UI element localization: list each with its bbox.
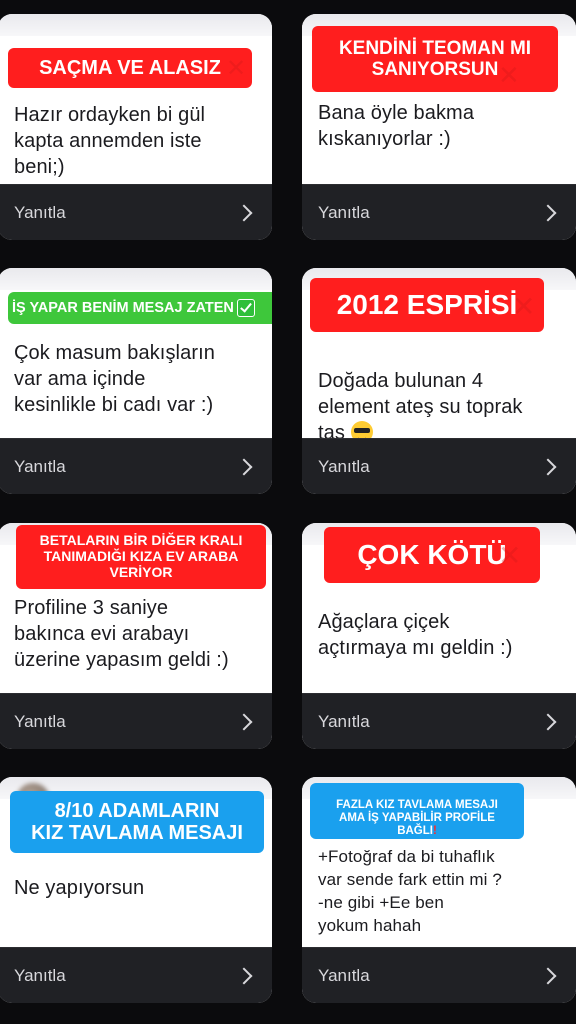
message-card-7: 8/10 ADAMLARIN KIZ TAVLAMA MESAJI Ne yap… xyxy=(0,777,272,1003)
card-header-blur xyxy=(0,268,272,290)
chevron-right-icon[interactable] xyxy=(235,458,253,475)
reply-bar[interactable]: Yanıtla xyxy=(0,947,272,1003)
reply-bar[interactable]: Yanıtla xyxy=(302,438,576,494)
x-mark-icon: ✕ xyxy=(512,291,536,322)
reply-bar[interactable]: Yanıtla xyxy=(0,438,272,494)
chevron-right-icon[interactable] xyxy=(235,713,253,730)
reaction-sticker: BETALARIN BİR DİĞER KRALI TANIMADIĞI KIZ… xyxy=(16,525,266,589)
message-text: Bana öyle bakma kıskanıyorlar :) xyxy=(318,102,475,150)
message-card-1: SAÇMA VE ALASIZ ✕ Hazır ordayken bi gül … xyxy=(0,14,272,240)
message-text: Hazır ordayken bi gül kapta annemden ist… xyxy=(14,104,206,178)
message-card-6: ÇOK KÖTÜ ✕ Ağaçlara çiçek açtırmaya mı g… xyxy=(302,523,576,749)
reaction-sticker: 2012 ESPRİSİ xyxy=(310,278,544,332)
red-exclamation-icon: ! xyxy=(432,824,437,837)
reply-bar[interactable]: Yanıtla xyxy=(0,184,272,240)
message-text: Çok masum bakışların var ama içinde kesi… xyxy=(14,342,215,416)
chevron-right-icon[interactable] xyxy=(235,967,253,984)
reply-label[interactable]: Yanıtla xyxy=(318,457,370,477)
reply-bar[interactable]: Yanıtla xyxy=(302,947,576,1003)
message-text: Ne yapıyorsun xyxy=(14,877,145,899)
reaction-sticker: İŞ YAPAR BENİM MESAJ ZATEN xyxy=(8,292,272,324)
reaction-sticker: 8/10 ADAMLARIN KIZ TAVLAMA MESAJI xyxy=(10,791,264,853)
message-text: +Fotoğraf da bi tuhaflık var sende fark … xyxy=(318,847,502,935)
reaction-sticker: FAZLA KIZ TAVLAMA MESAJI AMA İŞ YAPABİLİ… xyxy=(310,783,524,839)
card-header-blur xyxy=(0,14,272,36)
chevron-right-icon[interactable] xyxy=(539,204,557,221)
reaction-sticker: SAÇMA VE ALASIZ xyxy=(8,48,252,88)
reply-bar[interactable]: Yanıtla xyxy=(302,184,576,240)
reply-bar[interactable]: Yanıtla xyxy=(302,693,576,749)
message-card-3: İŞ YAPAR BENİM MESAJ ZATEN Çok masum bak… xyxy=(0,268,272,494)
x-mark-icon: ✕ xyxy=(498,60,520,90)
message-text-content: Doğada bulunan 4 element ateş su toprak … xyxy=(318,370,523,444)
reply-label[interactable]: Yanıtla xyxy=(318,203,370,223)
message-card-8: FAZLA KIZ TAVLAMA MESAJI AMA İŞ YAPABİLİ… xyxy=(302,777,576,1003)
message-card-2: KENDİNİ TEOMAN MI SANIYORSUN ✕ Bana öyle… xyxy=(302,14,576,240)
reply-label[interactable]: Yanıtla xyxy=(318,966,370,986)
reaction-sticker: KENDİNİ TEOMAN MI SANIYORSUN xyxy=(312,26,558,92)
check-box-icon xyxy=(236,299,255,317)
x-mark-icon: ✕ xyxy=(226,55,247,82)
chevron-right-icon[interactable] xyxy=(235,204,253,221)
message-text: Profiline 3 saniye bakınca evi arabayı ü… xyxy=(14,597,229,671)
reply-label[interactable]: Yanıtla xyxy=(14,203,66,223)
reply-label[interactable]: Yanıtla xyxy=(14,712,66,732)
chevron-right-icon[interactable] xyxy=(539,458,557,475)
chevron-right-icon[interactable] xyxy=(539,967,557,984)
reply-label[interactable]: Yanıtla xyxy=(14,457,66,477)
reply-label[interactable]: Yanıtla xyxy=(14,966,66,986)
message-card-4: 2012 ESPRİSİ ✕ Doğada bulunan 4 element … xyxy=(302,268,576,494)
chevron-right-icon[interactable] xyxy=(539,713,557,730)
reply-label[interactable]: Yanıtla xyxy=(318,712,370,732)
sticker-text: İŞ YAPAR BENİM MESAJ ZATEN xyxy=(12,299,234,316)
message-text: Ağaçlara çiçek açtırmaya mı geldin :) xyxy=(318,611,513,659)
x-mark-icon: ✕ xyxy=(498,540,522,571)
message-text: Doğada bulunan 4 element ateş su toprak … xyxy=(318,342,562,446)
reply-bar[interactable]: Yanıtla xyxy=(0,693,272,749)
sticker-text: FAZLA KIZ TAVLAMA MESAJI AMA İŞ YAPABİLİ… xyxy=(336,798,498,837)
message-card-5: BETALARIN BİR DİĞER KRALI TANIMADIĞI KIZ… xyxy=(0,523,272,749)
